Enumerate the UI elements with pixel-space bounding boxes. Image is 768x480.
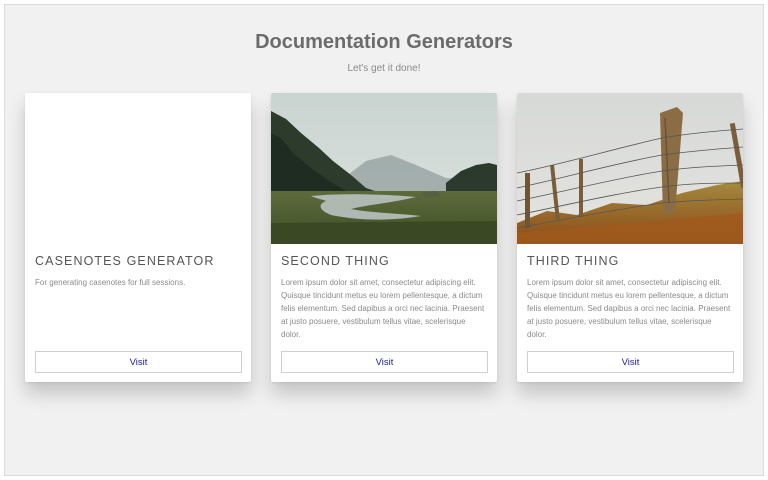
page-frame: Documentation Generators Let's get it do… [4,4,764,476]
fence-image [517,93,743,244]
landscape-river-image [271,93,497,244]
page-title: Documentation Generators [255,31,513,53]
card-description: For generating casenotes for full sessio… [35,278,186,287]
barbed-wire-fence-photo [517,93,743,244]
card-casenotes-generator: CASENOTES GENERATOR For generating casen… [25,93,251,382]
page-subtitle: Let's get it done! [347,63,421,74]
visit-button[interactable]: Visit [527,351,734,373]
card-description: Lorem ipsum dolor sit amet, consectetur … [527,278,731,339]
card-title: CASENOTES GENERATOR [35,254,215,268]
card-title: SECOND THING [281,254,390,268]
card-description: Lorem ipsum dolor sit amet, consectetur … [281,278,485,339]
landscape-river-photo [271,93,497,244]
card-image-empty [25,93,251,244]
card-title: THIRD THING [527,254,620,268]
card-third-thing: THIRD THING Lorem ipsum dolor sit amet, … [517,93,743,382]
card-second-thing: SECOND THING Lorem ipsum dolor sit amet,… [271,93,497,382]
visit-button[interactable]: Visit [281,351,488,373]
visit-button[interactable]: Visit [35,351,242,373]
